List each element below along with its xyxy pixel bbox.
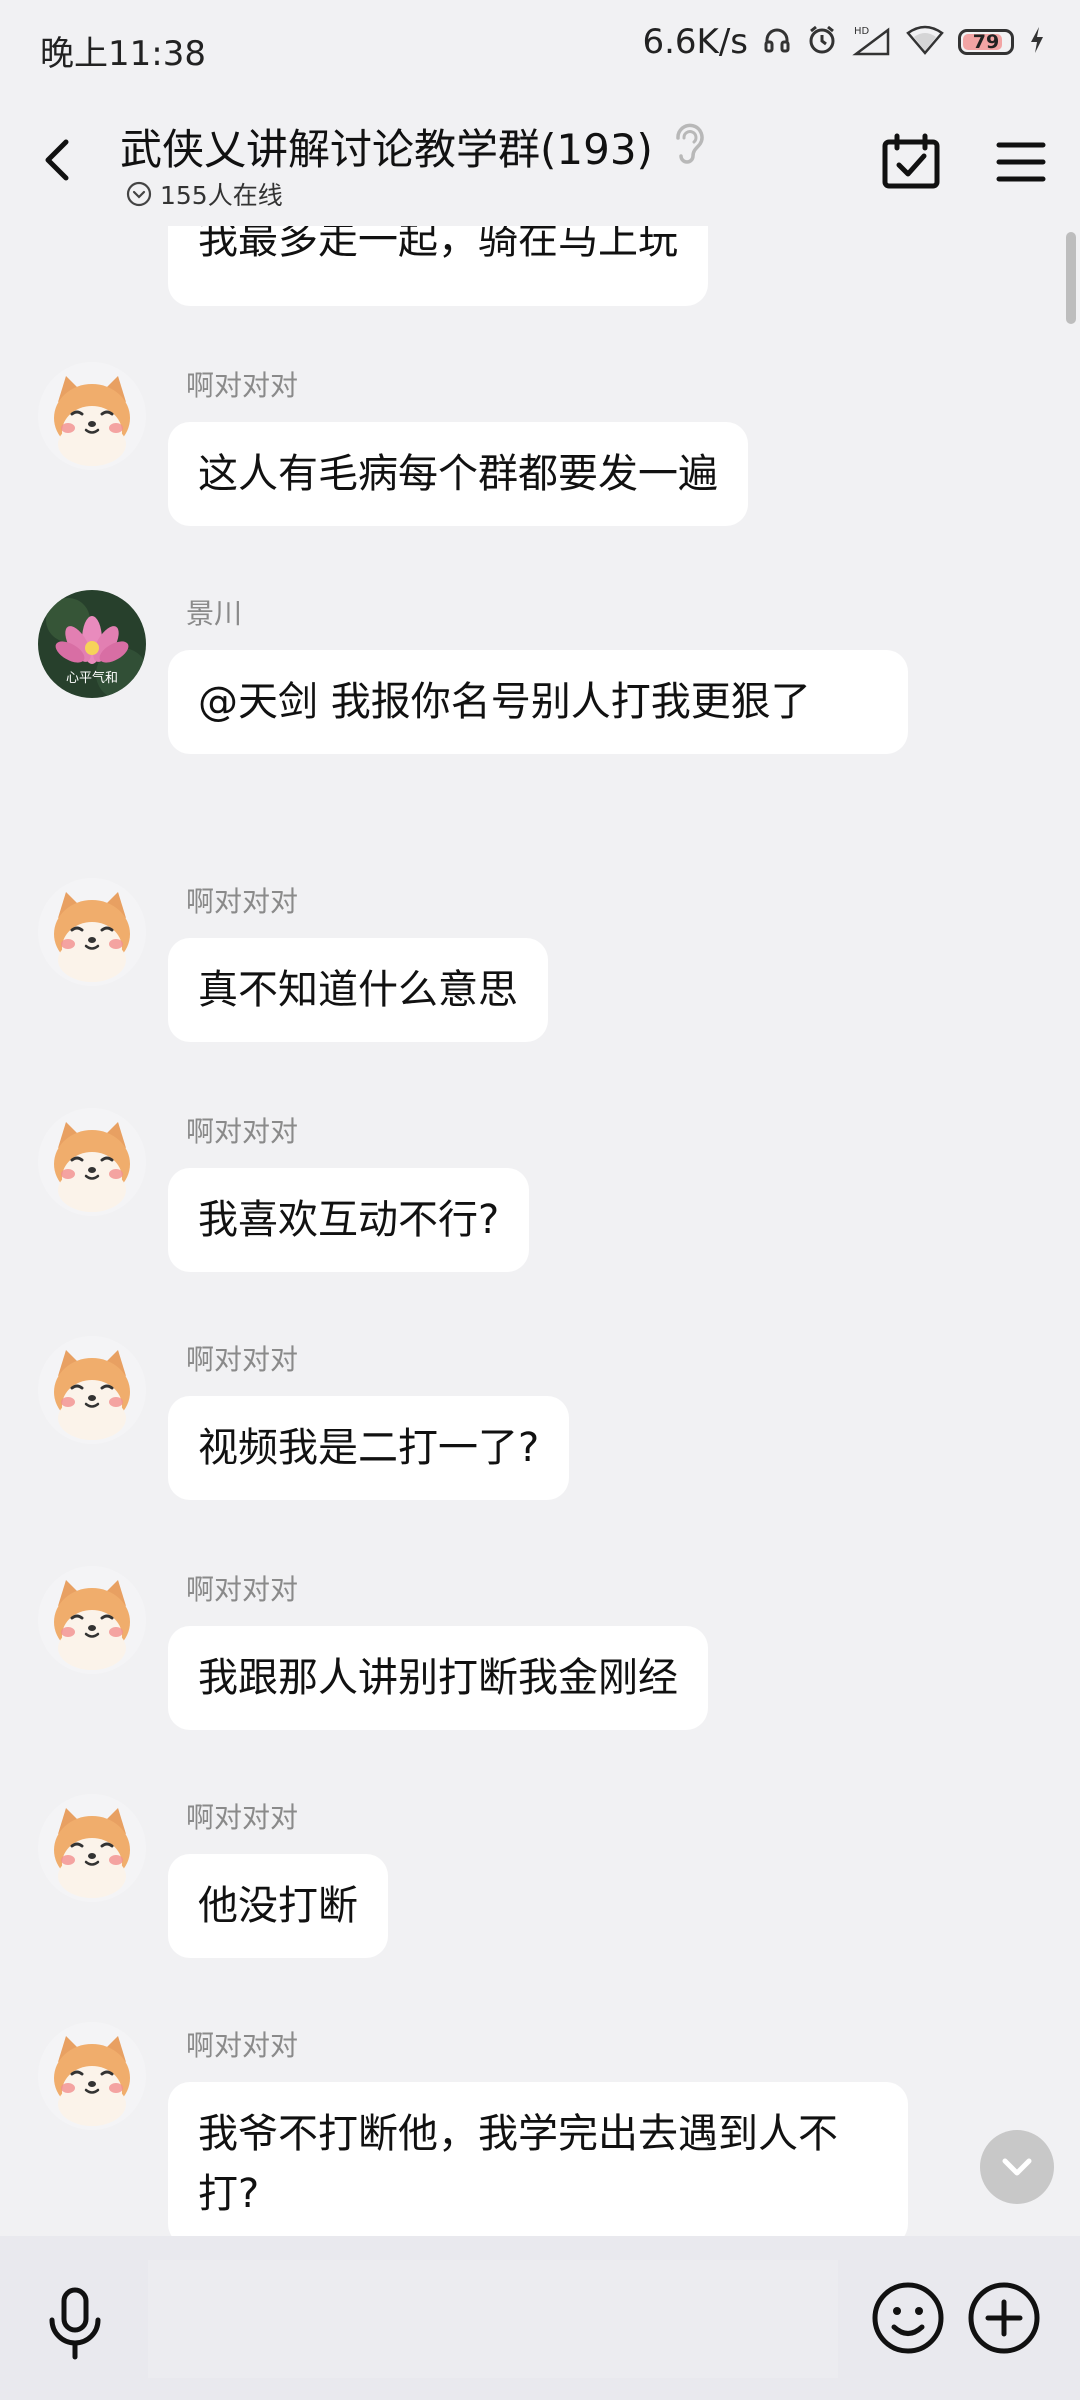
avatar[interactable]: 心平气和 bbox=[38, 590, 146, 698]
back-icon bbox=[45, 139, 69, 181]
headphones-icon bbox=[762, 25, 792, 59]
menu-icon bbox=[996, 142, 1046, 182]
sender-name: 景川 bbox=[186, 597, 243, 630]
menu-button[interactable] bbox=[996, 140, 1046, 188]
chevron-circle-icon bbox=[126, 181, 152, 207]
sender-name: 啊对对对 bbox=[186, 1801, 299, 1834]
message-bubble[interactable]: 我最多走一起，骑在马上玩 bbox=[168, 226, 708, 306]
avatar[interactable] bbox=[38, 2022, 146, 2130]
ear-icon[interactable] bbox=[668, 120, 708, 170]
network-speed: 6.6K/s bbox=[642, 22, 748, 62]
online-count: 155人在线 bbox=[160, 181, 283, 210]
svg-text:HD: HD bbox=[854, 26, 870, 37]
hd-signal-icon: HD bbox=[852, 24, 892, 60]
scroll-to-bottom-button[interactable] bbox=[980, 2130, 1054, 2204]
scrollbar[interactable] bbox=[1066, 232, 1076, 324]
message-bubble[interactable]: 我爷不打断他，我学完出去遇到人不打? bbox=[168, 2082, 908, 2236]
battery-level: 79 bbox=[972, 31, 1000, 53]
online-status[interactable]: 155人在线 bbox=[126, 176, 283, 212]
sender-name: 啊对对对 bbox=[186, 2029, 299, 2062]
calendar-check-icon bbox=[882, 133, 940, 189]
alarm-icon bbox=[806, 24, 838, 60]
avatar[interactable] bbox=[38, 362, 146, 470]
battery-icon: 79 bbox=[958, 29, 1014, 55]
status-bar: 晚上11:38 6.6K/s HD 79 bbox=[0, 0, 1080, 96]
message-bubble[interactable]: 我跟那人讲别打断我金刚经 bbox=[168, 1626, 708, 1730]
avatar[interactable] bbox=[38, 1336, 146, 1444]
charging-icon bbox=[1028, 25, 1046, 59]
input-bar bbox=[0, 2236, 1080, 2400]
message-bubble[interactable]: 视频我是二打一了? bbox=[168, 1396, 570, 1500]
voice-button[interactable] bbox=[40, 2286, 110, 2366]
chevron-down-icon bbox=[1002, 2158, 1032, 2176]
emoji-icon bbox=[872, 2282, 944, 2354]
wifi-icon bbox=[906, 25, 944, 59]
microphone-icon bbox=[49, 2287, 101, 2360]
status-time: 晚上11:38 bbox=[40, 34, 206, 74]
message-bubble[interactable]: 这人有毛病每个群都要发一遍 bbox=[168, 422, 748, 526]
sender-name: 啊对对对 bbox=[186, 369, 299, 402]
message-bubble[interactable]: 他没打断 bbox=[168, 1854, 388, 1958]
back-button[interactable] bbox=[30, 130, 90, 190]
avatar[interactable] bbox=[38, 1794, 146, 1902]
plus-button[interactable] bbox=[966, 2280, 1042, 2360]
group-title[interactable]: 武侠乂讲解讨论教学群(193) bbox=[120, 116, 653, 177]
message-bubble[interactable]: @天剑 我报你名号别人打我更狠了 bbox=[168, 650, 908, 754]
calendar-button[interactable] bbox=[880, 132, 942, 196]
avatar[interactable] bbox=[38, 878, 146, 986]
avatar-caption: 心平气和 bbox=[65, 671, 118, 686]
status-icons: 6.6K/s HD 79 bbox=[642, 22, 1046, 62]
chat-header: 武侠乂讲解讨论教学群(193) 155人在线 bbox=[0, 96, 1080, 226]
message-list[interactable]: 我最多走一起，骑在马上玩 啊对对对 这人有毛病每个群都要发一遍 心平气和 景川 … bbox=[0, 226, 1080, 2236]
message-bubble[interactable]: 我喜欢互动不行? bbox=[168, 1168, 530, 1272]
plus-icon bbox=[968, 2282, 1040, 2354]
emoji-button[interactable] bbox=[870, 2280, 946, 2360]
avatar[interactable] bbox=[38, 1566, 146, 1674]
sender-name: 啊对对对 bbox=[186, 1343, 299, 1376]
message-bubble[interactable]: 真不知道什么意思 bbox=[168, 938, 548, 1042]
sender-name: 啊对对对 bbox=[186, 1115, 299, 1148]
sender-name: 啊对对对 bbox=[186, 1573, 299, 1606]
message-input[interactable] bbox=[148, 2260, 838, 2378]
sender-name: 啊对对对 bbox=[186, 885, 299, 918]
avatar[interactable] bbox=[38, 1108, 146, 1216]
